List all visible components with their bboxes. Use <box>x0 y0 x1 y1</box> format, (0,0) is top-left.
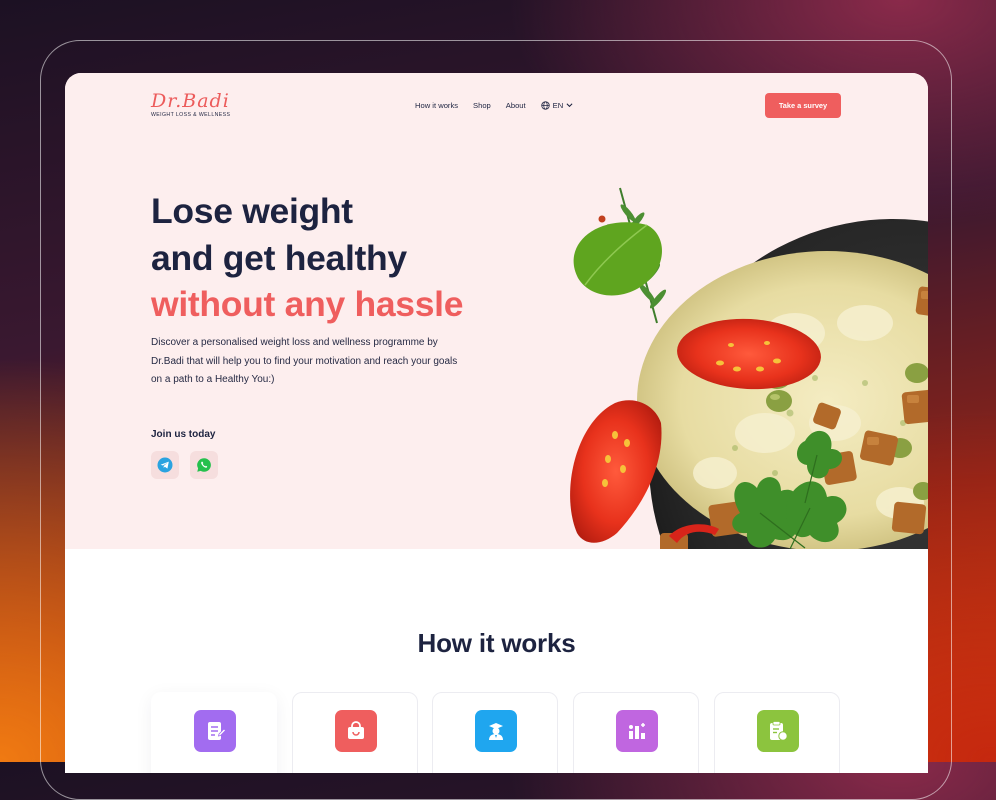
whatsapp-icon <box>197 458 211 472</box>
nutrition-plan-icon <box>757 710 799 752</box>
join-label: Join us today <box>151 429 216 440</box>
headline-line-1: Lose weight <box>151 191 353 231</box>
chevron-down-icon <box>566 103 573 108</box>
progress-chart-icon <box>616 710 658 752</box>
nav-shop[interactable]: Shop <box>473 101 491 110</box>
nav-about[interactable]: About <box>506 101 526 110</box>
hero-headline: Lose weight and get healthy without any … <box>151 188 464 328</box>
doctor-icon <box>475 710 517 752</box>
headline-line-3: without any hassle <box>151 284 464 324</box>
step-card[interactable] <box>573 692 699 773</box>
telegram-icon <box>157 457 173 473</box>
shopping-bag-icon <box>335 710 377 752</box>
salad-plate-image <box>570 187 928 549</box>
telegram-button[interactable] <box>151 451 179 479</box>
hero-description: Discover a personalised weight loss and … <box>151 337 458 386</box>
headline-line-2: and get healthy <box>151 237 407 278</box>
step-card[interactable] <box>432 692 558 773</box>
logo[interactable]: Dr.Badi WEIGHT LOSS & WELLNESS <box>151 91 230 118</box>
language-selector[interactable]: EN <box>540 101 578 110</box>
survey-icon <box>194 710 236 752</box>
nav-how-it-works[interactable]: How it works <box>415 101 458 110</box>
whatsapp-button[interactable] <box>190 451 218 479</box>
step-card[interactable] <box>292 692 418 773</box>
hero-section: Dr.Badi WEIGHT LOSS & WELLNESS How it wo… <box>65 73 928 549</box>
logo-tagline: WEIGHT LOSS & WELLNESS <box>151 112 231 118</box>
browser-screen: Dr.Badi WEIGHT LOSS & WELLNESS How it wo… <box>65 73 928 773</box>
main-nav: How it works Shop About EN <box>415 101 577 110</box>
logo-wordmark: Dr.Badi <box>151 90 230 112</box>
how-it-works-title: How it works <box>417 627 576 658</box>
step-card[interactable] <box>151 692 277 773</box>
step-card[interactable] <box>714 692 840 773</box>
globe-icon <box>540 101 550 110</box>
take-survey-button[interactable]: Take a survey <box>765 93 841 118</box>
language-value: EN <box>552 101 564 110</box>
